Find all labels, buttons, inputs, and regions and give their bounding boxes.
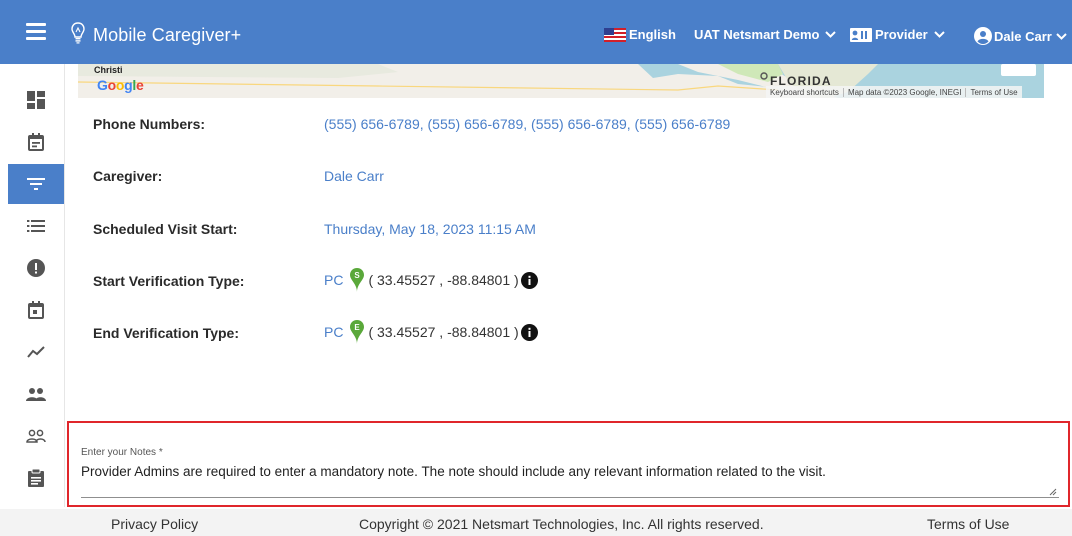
privacy-policy-link[interactable]: Privacy Policy bbox=[111, 516, 198, 532]
svg-text:S: S bbox=[355, 271, 361, 280]
app-title: Mobile Caregiver+ bbox=[93, 25, 242, 45]
copyright-text: Copyright © 2021 Netsmart Technologies, … bbox=[359, 516, 764, 532]
clipboard-icon bbox=[28, 469, 44, 487]
caregiver-label: Caregiver: bbox=[93, 168, 163, 184]
notes-textarea-value[interactable]: Provider Admins are required to enter a … bbox=[81, 464, 826, 479]
resize-handle-icon[interactable] bbox=[1049, 488, 1057, 496]
nav-people[interactable] bbox=[8, 374, 64, 414]
nav-list[interactable] bbox=[8, 206, 64, 246]
scheduled-visit-start-value: Thursday, May 18, 2023 11:15 AM bbox=[324, 221, 536, 237]
phone-numbers-label: Phone Numbers: bbox=[93, 116, 206, 132]
alert-icon bbox=[27, 259, 45, 277]
map-data-credit: Map data ©2023 Google, INEGI bbox=[842, 87, 966, 97]
end-verification-type-value: PC E ( 33.45527 , -88.84801 ) bbox=[324, 320, 538, 344]
map-attribution: Keyboard shortcuts Map data ©2023 Google… bbox=[766, 86, 1022, 98]
hamburger-menu-icon[interactable] bbox=[26, 23, 46, 41]
id-card-icon bbox=[850, 27, 872, 42]
calendar-icon bbox=[28, 133, 44, 151]
account-label: UAT Netsmart Demo bbox=[694, 27, 820, 42]
top-app-bar: Mobile Caregiver+ English UAT Netsmart D… bbox=[0, 0, 1072, 64]
end-coordinates: ( 33.45527 , -88.84801 ) bbox=[368, 324, 519, 340]
nav-alerts[interactable] bbox=[8, 248, 64, 288]
map-terms-link[interactable]: Terms of Use bbox=[965, 87, 1021, 97]
start-verification-method: PC bbox=[324, 272, 344, 288]
dashboard-icon bbox=[27, 91, 45, 109]
chevron-down-icon bbox=[934, 31, 945, 38]
svg-text:E: E bbox=[355, 323, 361, 332]
nav-dashboard[interactable] bbox=[8, 80, 64, 120]
phone-numbers-value: (555) 656-6789, (555) 656-6789, (555) 65… bbox=[324, 116, 731, 132]
role-label: Provider bbox=[875, 27, 928, 42]
people-icon bbox=[26, 388, 46, 401]
account-circle-icon bbox=[974, 27, 992, 45]
terms-of-use-link[interactable]: Terms of Use bbox=[927, 516, 1009, 532]
nav-calendar[interactable] bbox=[8, 122, 64, 162]
scheduled-visit-start-label: Scheduled Visit Start: bbox=[93, 221, 238, 237]
map-place-marker-icon bbox=[760, 72, 768, 80]
google-logo: Google bbox=[97, 77, 144, 93]
visit-map[interactable]: Christi Google FLORIDA Keyboard shortcut… bbox=[78, 64, 1044, 98]
nav-clipboard[interactable] bbox=[8, 458, 64, 498]
us-flag-icon bbox=[604, 27, 626, 42]
nav-filter[interactable] bbox=[8, 164, 64, 204]
start-coordinates: ( 33.45527 , -88.84801 ) bbox=[368, 272, 519, 288]
map-control-button[interactable] bbox=[1001, 64, 1036, 76]
start-pin-icon: S bbox=[350, 268, 365, 292]
nav-trends[interactable] bbox=[8, 332, 64, 372]
nav-events[interactable] bbox=[8, 290, 64, 330]
start-verification-type-label: Start Verification Type: bbox=[93, 273, 245, 289]
end-verification-type-label: End Verification Type: bbox=[93, 325, 239, 341]
account-dropdown[interactable]: UAT Netsmart Demo bbox=[694, 27, 837, 42]
notes-label: Enter your Notes * bbox=[81, 447, 163, 458]
filter-icon bbox=[27, 178, 45, 190]
language-selector[interactable]: English bbox=[604, 27, 676, 42]
lightbulb-logo-icon bbox=[71, 22, 85, 44]
chevron-down-icon bbox=[825, 31, 837, 38]
user-name: Dale Carr bbox=[994, 28, 1052, 44]
notes-underline bbox=[81, 497, 1059, 498]
people-outline-icon bbox=[26, 429, 46, 443]
role-dropdown[interactable]: Provider bbox=[850, 27, 945, 42]
side-navigation bbox=[0, 64, 65, 507]
notes-field[interactable]: Enter your Notes * Provider Admins are r… bbox=[67, 421, 1070, 507]
trending-icon bbox=[27, 346, 45, 358]
list-icon bbox=[27, 220, 45, 232]
start-verification-type-value: PC S ( 33.45527 , -88.84801 ) bbox=[324, 268, 538, 292]
user-menu[interactable]: Dale Carr bbox=[974, 27, 1067, 45]
info-icon[interactable] bbox=[520, 271, 538, 289]
end-verification-method: PC bbox=[324, 324, 344, 340]
language-label: English bbox=[629, 27, 676, 42]
chevron-down-icon bbox=[1056, 32, 1067, 40]
caregiver-value: Dale Carr bbox=[324, 168, 384, 184]
end-pin-icon: E bbox=[350, 320, 365, 344]
nav-people-outline[interactable] bbox=[8, 416, 64, 456]
keyboard-shortcuts-link[interactable]: Keyboard shortcuts bbox=[766, 88, 843, 97]
event-icon bbox=[28, 301, 44, 319]
info-icon[interactable] bbox=[520, 323, 538, 341]
page-footer: Privacy Policy Copyright © 2021 Netsmart… bbox=[0, 509, 1072, 536]
map-city-label: Christi bbox=[94, 65, 123, 75]
